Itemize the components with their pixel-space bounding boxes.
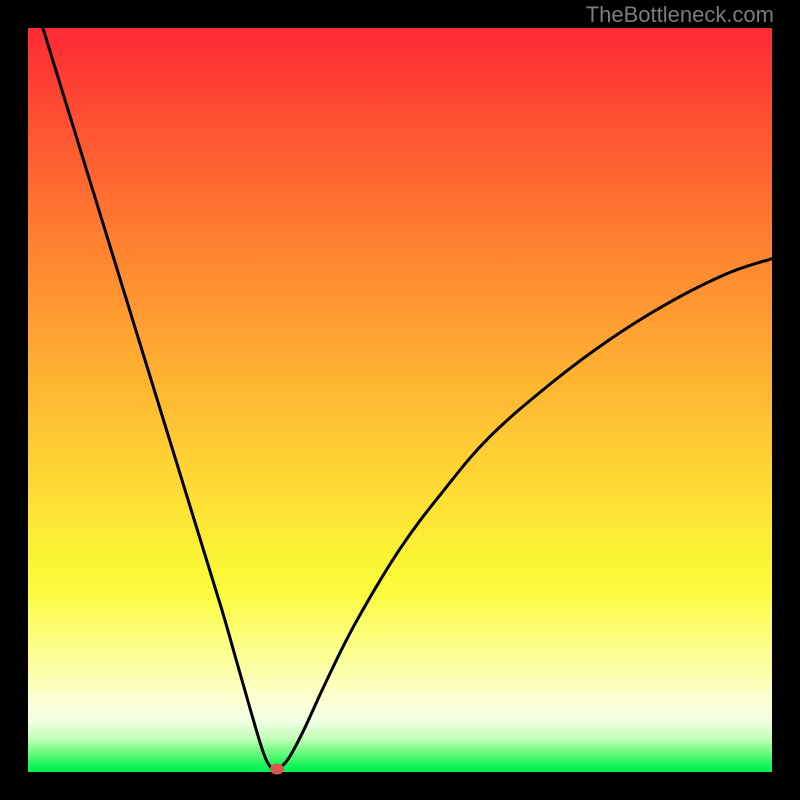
minimum-marker [270,764,284,775]
watermark-text: TheBottleneck.com [586,2,774,28]
chart-frame: TheBottleneck.com [0,0,800,800]
plot-area [28,28,772,772]
curve-svg [28,28,772,772]
bottleneck-curve-path [43,28,772,770]
